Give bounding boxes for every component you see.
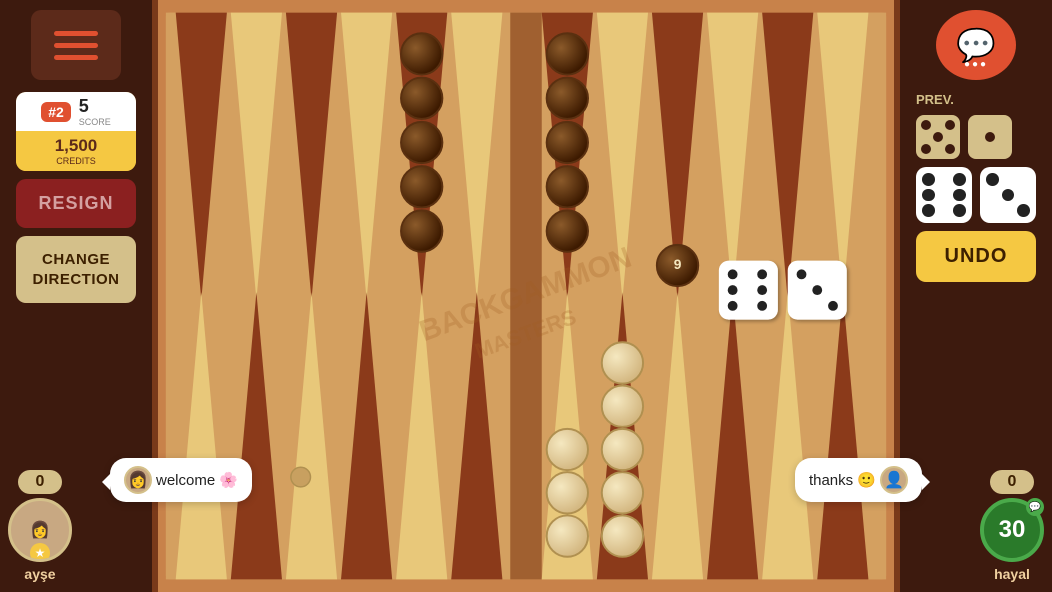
chat-avatar-small-left: 👩 (124, 466, 152, 494)
board-svg: BACKGAMMON MASTERS 9 (158, 0, 894, 592)
score-value: 5 (79, 96, 89, 117)
score-box: #2 5 SCORE 1,500 CREDITS (16, 92, 136, 171)
right-panel: 💬 PREV. (900, 0, 1052, 592)
chat-notification-dot: 💬 (1026, 498, 1044, 516)
current-die-2 (980, 167, 1036, 223)
timer-circle: 30 💬 (980, 498, 1044, 562)
resign-button[interactable]: RESIGN (16, 179, 136, 228)
change-direction-button[interactable]: CHANGE DIRECTION (16, 236, 136, 303)
left-player-avatar: 👩 ★ (8, 498, 72, 562)
svg-text:9: 9 (674, 257, 682, 272)
left-panel: #2 5 SCORE 1,500 CREDITS RESIGN CHANGE D… (0, 0, 152, 592)
chat-bubble-right: thanks 🙂 👤 (795, 458, 922, 502)
credits-label: CREDITS (21, 156, 131, 166)
menu-line-2 (54, 43, 98, 48)
menu-line-3 (54, 55, 98, 60)
chat-button[interactable]: 💬 (936, 10, 1016, 80)
prev-label: PREV. (916, 92, 954, 107)
current-dice-row (916, 167, 1036, 223)
game-board: BACKGAMMON MASTERS 9 (152, 0, 900, 592)
menu-button[interactable] (31, 10, 121, 80)
credits-row: 1,500 CREDITS (16, 131, 136, 171)
undo-button[interactable]: UNDO (916, 231, 1036, 282)
left-player-score: 0 (18, 470, 63, 494)
rank-badge: #2 (41, 102, 71, 122)
chat-bubble-left: 👩 welcome 🌸 (110, 458, 252, 502)
score-label: 5 SCORE (79, 96, 111, 127)
menu-line-1 (54, 31, 98, 36)
chat-message-left: welcome 🌸 (156, 471, 238, 489)
right-player-name: hayal (994, 566, 1030, 582)
credits-value: 1,500 (55, 136, 98, 155)
prev-die-2 (968, 115, 1012, 159)
left-avatar-face: 👩 (30, 520, 50, 540)
score-text: SCORE (79, 117, 111, 127)
score-top: #2 5 SCORE (16, 92, 136, 131)
left-avatar-area: 0 👩 ★ ayşe (8, 470, 72, 582)
left-player-name: ayşe (24, 566, 55, 582)
right-player-score: 0 (990, 470, 1035, 494)
prev-die-1 (916, 115, 960, 159)
star-badge: ★ (30, 543, 50, 562)
timer-value: 30 (999, 516, 1026, 544)
right-avatar-area: 0 30 💬 hayal (980, 470, 1044, 582)
chat-message-right: thanks 🙂 (809, 471, 876, 489)
chat-avatar-small-right: 👤 (880, 466, 908, 494)
current-die-1 (916, 167, 972, 223)
prev-dice-row (916, 115, 1012, 159)
